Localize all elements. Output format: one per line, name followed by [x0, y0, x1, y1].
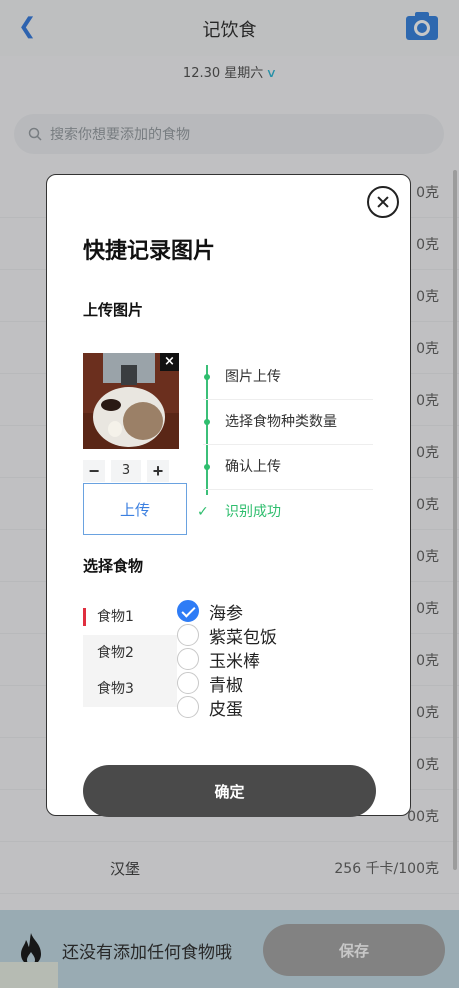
radio-icon[interactable] — [177, 648, 199, 670]
close-icon[interactable] — [367, 186, 399, 218]
step-item: ✓ 识别成功 — [197, 490, 373, 535]
option-label: 皮蛋 — [209, 699, 243, 720]
food-options: 海参 紫菜包饭 玉米棒 青椒 皮蛋 — [177, 599, 277, 720]
step-label: 识别成功 — [225, 504, 281, 520]
step-label: 图片上传 — [225, 369, 281, 385]
food-tab-1[interactable]: 食物1 — [83, 599, 177, 635]
remove-photo-button[interactable]: × — [160, 353, 179, 371]
radio-icon[interactable] — [177, 696, 199, 718]
step-dot — [204, 419, 210, 425]
check-icon: ✓ — [197, 504, 209, 520]
food-tab-2[interactable]: 食物2 — [83, 635, 177, 671]
upload-section-title: 上传图片 — [83, 301, 144, 319]
radio-icon[interactable] — [177, 624, 199, 646]
quantity-value[interactable]: 3 — [111, 460, 141, 482]
radio-icon[interactable] — [177, 672, 199, 694]
option-label: 海参 — [209, 603, 243, 624]
food-option[interactable]: 紫菜包饭 — [177, 623, 277, 648]
food-option[interactable]: 青椒 — [177, 671, 277, 696]
option-label: 紫菜包饭 — [209, 627, 277, 648]
progress-steps: 图片上传 选择食物种类数量 确认上传 ✓ 识别成功 — [197, 355, 373, 535]
confirm-button[interactable]: 确定 — [83, 765, 376, 817]
food-option[interactable]: 玉米棒 — [177, 647, 277, 672]
step-label: 选择食物种类数量 — [225, 414, 337, 430]
step-item: 确认上传 — [203, 445, 373, 490]
food-tabs: 食物1 食物2 食物3 — [83, 599, 177, 707]
option-label: 玉米棒 — [209, 651, 260, 672]
step-dot — [204, 464, 210, 470]
minus-button[interactable]: − — [83, 460, 105, 482]
quick-record-modal: 快捷记录图片 上传图片 × − 3 + 上传 图片上传 选择食物种类数量 确认上… — [46, 174, 411, 817]
step-item: 图片上传 — [203, 355, 373, 400]
upload-button[interactable]: 上传 — [83, 483, 187, 535]
food-option[interactable]: 皮蛋 — [177, 695, 277, 720]
food-tab-3[interactable]: 食物3 — [83, 671, 177, 707]
step-item: 选择食物种类数量 — [203, 400, 373, 445]
modal-title: 快捷记录图片 — [83, 239, 216, 264]
choose-section-title: 选择食物 — [83, 557, 144, 575]
food-option[interactable]: 海参 — [177, 599, 277, 624]
plus-button[interactable]: + — [147, 460, 169, 482]
option-label: 青椒 — [209, 675, 243, 696]
quantity-stepper: − 3 + — [83, 460, 169, 482]
step-dot — [204, 374, 210, 380]
checked-radio-icon[interactable] — [177, 600, 199, 622]
step-label: 确认上传 — [225, 459, 281, 475]
